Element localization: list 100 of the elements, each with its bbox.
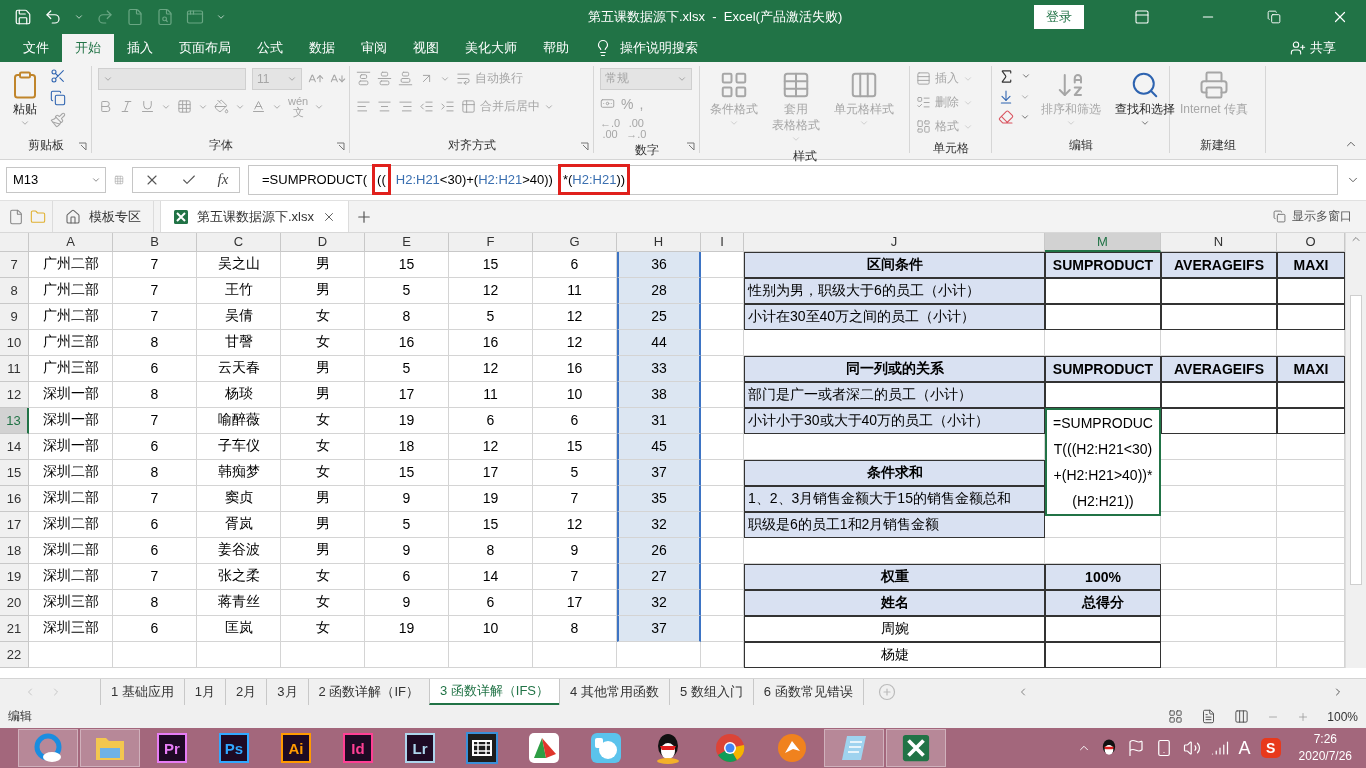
- dialog-launcher-icon[interactable]: [686, 141, 695, 151]
- app-icon[interactable]: Lr: [405, 733, 435, 764]
- taskbar-button[interactable]: Id: [328, 729, 388, 768]
- fox-app-icon[interactable]: [777, 733, 807, 764]
- vertical-scrollbar[interactable]: [1345, 233, 1366, 668]
- normal-view-icon[interactable]: [1168, 709, 1184, 724]
- add-sheet-icon[interactable]: [877, 682, 896, 701]
- input-mode-indicator[interactable]: A: [1238, 737, 1251, 759]
- signal-icon[interactable]: [1210, 739, 1229, 758]
- row-header[interactable]: 19: [0, 564, 29, 590]
- share-button[interactable]: 共享: [1286, 33, 1340, 62]
- ribbon-tab[interactable]: 插入: [114, 33, 166, 62]
- ribbon-tab[interactable]: 帮助: [530, 33, 582, 62]
- format-painter-icon[interactable]: [50, 111, 66, 128]
- share-icon[interactable]: [1290, 39, 1306, 56]
- font-color-icon[interactable]: [251, 99, 266, 115]
- browser-icon[interactable]: [32, 732, 64, 765]
- cartoon-app-icon[interactable]: [590, 732, 622, 765]
- ribbon-tab[interactable]: 美化大师: [452, 33, 530, 62]
- new-file-icon[interactable]: [126, 7, 144, 26]
- bottom-align-icon[interactable]: [398, 71, 413, 87]
- flag-icon[interactable]: [1126, 739, 1145, 758]
- workbook-tab[interactable]: 第五课数据源下.xlsx: [160, 201, 349, 232]
- sheet-tab[interactable]: 6 函数常见错误: [752, 679, 863, 705]
- paste-button[interactable]: 粘贴: [6, 67, 44, 130]
- tell-me-search[interactable]: 操作说明搜索: [620, 38, 698, 57]
- clock[interactable]: 7:26 2020/7/26: [1298, 731, 1352, 766]
- fill-icon[interactable]: [998, 88, 1014, 105]
- save-icon[interactable]: [14, 7, 32, 26]
- row-header[interactable]: 15: [0, 460, 29, 486]
- align-center-icon[interactable]: [377, 99, 392, 115]
- app-icon[interactable]: Ai: [281, 733, 311, 764]
- align-left-icon[interactable]: [356, 99, 371, 115]
- print-preview-icon[interactable]: [156, 7, 174, 26]
- fill-color-icon[interactable]: [214, 99, 229, 115]
- sheet-tab[interactable]: 5 数组入门: [668, 679, 753, 705]
- drag-handle-icon[interactable]: [114, 174, 124, 185]
- row-header[interactable]: 18: [0, 538, 29, 564]
- middle-align-icon[interactable]: [377, 71, 392, 87]
- row-header[interactable]: 11: [0, 356, 29, 382]
- row-header[interactable]: 22: [0, 642, 29, 668]
- row-header[interactable]: 7: [0, 252, 29, 278]
- row-header[interactable]: 14: [0, 434, 29, 460]
- ribbon-tab[interactable]: 视图: [400, 33, 452, 62]
- name-box[interactable]: M13: [6, 166, 106, 193]
- row-header[interactable]: 21: [0, 616, 29, 642]
- dialog-launcher-icon[interactable]: [580, 141, 589, 151]
- zoom-level[interactable]: 100%: [1327, 709, 1358, 724]
- row-header[interactable]: 8: [0, 278, 29, 304]
- outdent-icon[interactable]: [419, 99, 434, 115]
- row-header[interactable]: 9: [0, 304, 29, 330]
- row-header[interactable]: 13: [0, 408, 29, 434]
- volume-icon[interactable]: [1182, 739, 1201, 758]
- app-icon[interactable]: Ps: [219, 733, 249, 764]
- ribbon-tab[interactable]: 文件: [10, 33, 62, 62]
- new-file-icon[interactable]: [8, 208, 24, 225]
- dialog-launcher-icon[interactable]: [78, 141, 87, 151]
- align-right-icon[interactable]: [398, 99, 413, 115]
- sheet-tab[interactable]: 2月: [225, 679, 267, 705]
- chart-app-icon[interactable]: [528, 732, 560, 765]
- chrome-icon[interactable]: [715, 733, 745, 764]
- bold-icon[interactable]: [98, 99, 113, 115]
- font-name-field[interactable]: [98, 67, 246, 90]
- ribbon-tab[interactable]: 审阅: [348, 33, 400, 62]
- cut-icon[interactable]: [50, 67, 66, 84]
- row-header[interactable]: 10: [0, 330, 29, 356]
- undo-icon[interactable]: [44, 7, 62, 26]
- taskbar-button[interactable]: Ps: [204, 729, 264, 768]
- sheet-tab[interactable]: 2 函数详解（IF）: [307, 679, 429, 705]
- cell-edit-field[interactable]: =SUMPRODUCT(((H2:H21<30)+(H2:H21>40))*(H2:H21)): [1045, 408, 1161, 516]
- sheet-tab[interactable]: 3月: [266, 679, 308, 705]
- top-align-icon[interactable]: [356, 71, 371, 87]
- app-icon[interactable]: Pr: [157, 733, 187, 764]
- underline-icon[interactable]: [140, 99, 155, 115]
- restore-icon[interactable]: [1267, 9, 1281, 24]
- ribbon-display-icon[interactable]: [1134, 8, 1150, 25]
- indent-icon[interactable]: [440, 99, 455, 115]
- penguin-icon[interactable]: [655, 732, 681, 765]
- row-header[interactable]: 16: [0, 486, 29, 512]
- page-layout-icon[interactable]: [1201, 709, 1217, 724]
- border-icon[interactable]: [177, 99, 192, 115]
- form-icon[interactable]: [186, 7, 204, 26]
- film-icon[interactable]: [466, 732, 498, 765]
- dialog-launcher-icon[interactable]: [336, 141, 345, 151]
- taskbar-button[interactable]: Pr: [142, 729, 202, 768]
- ribbon-tab[interactable]: 数据: [296, 33, 348, 62]
- sheet-tab[interactable]: 4 其他常用函数: [559, 679, 669, 705]
- formula-field[interactable]: =SUMPRODUCT( (( H2:H21<30)+(H2:H21>40)) *(H2:H21)): [248, 164, 1338, 195]
- ribbon-tab[interactable]: 开始: [62, 33, 114, 62]
- input-method-icon[interactable]: S: [1260, 738, 1281, 759]
- find-select-button[interactable]: 查找和选择: [1111, 67, 1179, 130]
- multi-window-button[interactable]: 显示多窗口: [1273, 201, 1366, 232]
- zoom-in-icon[interactable]: [1297, 710, 1310, 723]
- insert-function-button[interactable]: fx: [217, 171, 229, 189]
- ribbon-tab[interactable]: 页面布局: [166, 33, 244, 62]
- taskbar-button[interactable]: Ai: [266, 729, 326, 768]
- row-header[interactable]: 17: [0, 512, 29, 538]
- taskbar-button[interactable]: Lr: [390, 729, 450, 768]
- app-icon[interactable]: Id: [343, 733, 373, 764]
- sheet-tab[interactable]: 1 基础应用: [100, 679, 184, 705]
